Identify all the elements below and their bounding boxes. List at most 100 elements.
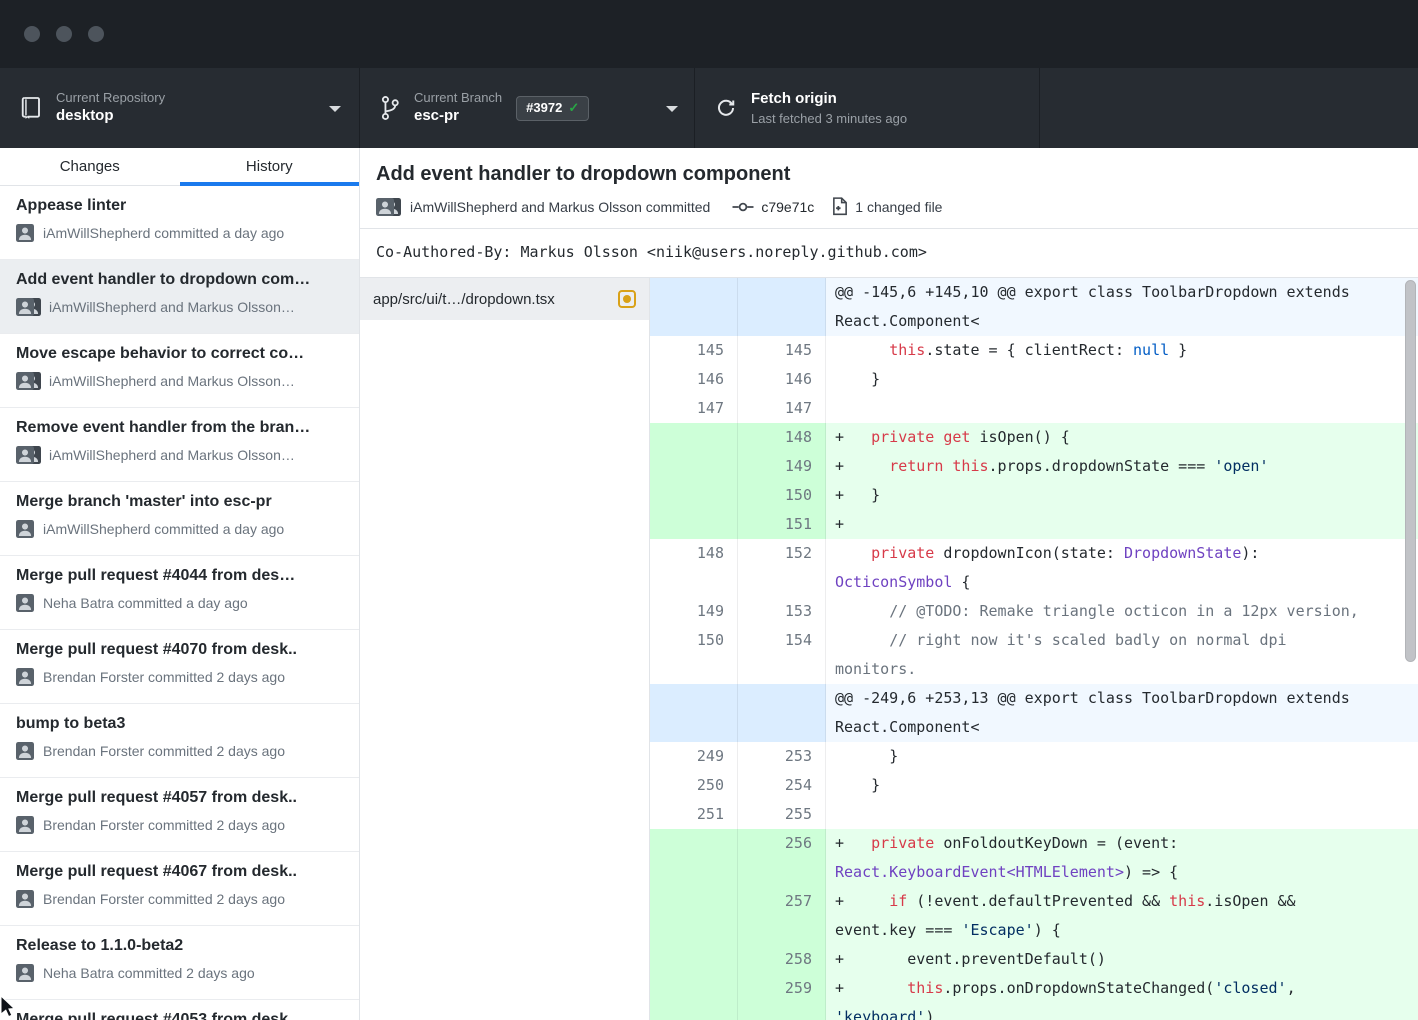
- diff-view: @@ -145,6 +145,10 @@ export class Toolba…: [650, 278, 1418, 1020]
- diff-row-context: 251255: [650, 800, 1418, 829]
- commit-list-item[interactable]: Add event handler to dropdown com…iAmWil…: [0, 260, 359, 334]
- commit-item-byline: iAmWillShepherd committed a day ago: [43, 225, 284, 241]
- diff-code-line: + }: [826, 481, 1418, 510]
- diff-code-line: [826, 800, 1418, 829]
- window-close-button[interactable]: [24, 26, 40, 42]
- avatar: [16, 890, 34, 908]
- pr-status-badge[interactable]: #3972 ✓: [516, 96, 589, 121]
- git-branch-icon: [380, 95, 400, 121]
- commit-description: Co-Authored-By: Markus Olsson <niik@user…: [360, 229, 1418, 278]
- commit-item-title: Merge pull request #4067 from desk..: [16, 862, 343, 882]
- fetch-origin-label: Fetch origin: [751, 90, 907, 109]
- window-zoom-button[interactable]: [88, 26, 104, 42]
- diff-row-context: 250254 }: [650, 771, 1418, 800]
- commit-detail-pane: Add event handler to dropdown component …: [360, 148, 1418, 1020]
- diff-row-add: 150+ }: [650, 481, 1418, 510]
- commit-item-title: Release to 1.1.0-beta2: [16, 936, 343, 956]
- tab-changes[interactable]: Changes: [0, 148, 180, 185]
- line-number-new: 257: [738, 887, 826, 945]
- commit-list-item[interactable]: Merge pull request #4044 from des…Neha B…: [0, 556, 359, 630]
- changed-files-count: 1 changed file: [855, 199, 942, 215]
- commit-list: Appease linteriAmWillShepherd committed …: [0, 186, 359, 1020]
- diff-code-line: // @TODO: Remake triangle octicon in a 1…: [826, 597, 1418, 626]
- avatar: [16, 594, 34, 612]
- commit-item-title: Move escape behavior to correct co…: [16, 344, 343, 364]
- window-minimize-button[interactable]: [56, 26, 72, 42]
- commit-item-title: Merge branch 'master' into esc-pr: [16, 492, 343, 512]
- commit-item-title: Merge pull request #4070 from desk..: [16, 640, 343, 660]
- avatar: [16, 520, 34, 538]
- commit-list-item[interactable]: Release to 1.1.0-beta2 Neha Batra committ…: [0, 926, 359, 1000]
- diff-code-line: @@ -249,6 +253,13 @@ export class Toolba…: [826, 684, 1418, 742]
- commit-list-item[interactable]: bump to beta3Brendan Forster committed 2…: [0, 704, 359, 778]
- commit-sha: c79e71c: [761, 199, 814, 215]
- diff-row-add: 258+ event.preventDefault(): [650, 945, 1418, 974]
- diff-row-context: 149153 // @TODO: Remake triangle octicon…: [650, 597, 1418, 626]
- diff-code-line: @@ -145,6 +145,10 @@ export class Toolba…: [826, 278, 1418, 336]
- line-number-new: 147: [738, 394, 826, 423]
- line-number-new: 256: [738, 829, 826, 887]
- fetch-origin-sublabel: Last fetched 3 minutes ago: [751, 111, 907, 127]
- line-number-old: 148: [650, 539, 738, 597]
- line-number-new: 259: [738, 974, 826, 1020]
- current-branch-button[interactable]: Current Branch esc-pr #3972 ✓: [360, 68, 695, 148]
- commit-item-title: Merge pull request #4057 from desk..: [16, 788, 343, 808]
- line-number-new: 148: [738, 423, 826, 452]
- commit-list-item[interactable]: Merge branch 'master' into esc-priAmWill…: [0, 482, 359, 556]
- avatar: [376, 198, 400, 216]
- diff-scrollbar[interactable]: [1405, 280, 1416, 662]
- avatar: [16, 298, 40, 316]
- sidebar-tabs: Changes History: [0, 148, 359, 186]
- line-number-old: 145: [650, 336, 738, 365]
- current-repository-value: desktop: [56, 107, 165, 126]
- diff-code-line: + event.preventDefault(): [826, 945, 1418, 974]
- diff-code-line: this.state = { clientRect: null }: [826, 336, 1418, 365]
- commit-item-meta: Brendan Forster committed 2 days ago: [16, 890, 343, 908]
- commit-list-item[interactable]: Move escape behavior to correct co… iAmWi…: [0, 334, 359, 408]
- current-repository-button[interactable]: Current Repository desktop: [0, 68, 360, 148]
- fetch-origin-button[interactable]: Fetch origin Last fetched 3 minutes ago: [695, 68, 1040, 148]
- diff-row-add: 259+ this.props.onDropdownStateChanged('…: [650, 974, 1418, 1020]
- diff-code-line: }: [826, 771, 1418, 800]
- line-number-old: [650, 945, 738, 974]
- commit-item-byline: iAmWillShepherd and Markus Olsson…: [49, 373, 295, 389]
- commit-item-byline: iAmWillShepherd and Markus Olsson…: [49, 447, 295, 463]
- file-list-item[interactable]: app/src/ui/t…/dropdown.tsx: [360, 278, 649, 320]
- check-icon: ✓: [568, 100, 579, 116]
- line-number-new: 151: [738, 510, 826, 539]
- tab-history[interactable]: History: [180, 148, 360, 185]
- line-number-new: 149: [738, 452, 826, 481]
- line-number-new: 258: [738, 945, 826, 974]
- commit-title: Add event handler to dropdown component: [376, 161, 1402, 187]
- line-number-old: 149: [650, 597, 738, 626]
- line-number-new: 152: [738, 539, 826, 597]
- line-number-new: 153: [738, 597, 826, 626]
- commit-meta: iAmWillShepherd and Markus Olsson commit…: [376, 197, 1402, 216]
- diff-row-context: 148152 private dropdownIcon(state: Dropd…: [650, 539, 1418, 597]
- commit-item-title: Merge pull request #4044 from des…: [16, 566, 343, 586]
- commit-item-meta: Neha Batra committed 2 days ago: [16, 964, 343, 982]
- line-number-new: 255: [738, 800, 826, 829]
- line-number-new: 254: [738, 771, 826, 800]
- commit-item-title: Add event handler to dropdown com…: [16, 270, 343, 290]
- diff-row-context: 146146 }: [650, 365, 1418, 394]
- commit-list-item[interactable]: Merge pull request #4070 from desk..Bren…: [0, 630, 359, 704]
- commit-item-title: Remove event handler from the bran…: [16, 418, 343, 438]
- git-commit-icon: [732, 200, 754, 214]
- commit-item-title: Merge pull request #4053 from desk..: [16, 1010, 343, 1020]
- diff-code-line: }: [826, 365, 1418, 394]
- commit-item-meta: Brendan Forster committed 2 days ago: [16, 742, 343, 760]
- commit-list-item[interactable]: Merge pull request #4057 from desk.. Bren…: [0, 778, 359, 852]
- commit-item-meta: iAmWillShepherd and Markus Olsson…: [16, 372, 343, 390]
- commit-list-item[interactable]: Appease linteriAmWillShepherd committed …: [0, 186, 359, 260]
- commit-item-byline: Brendan Forster committed 2 days ago: [43, 817, 285, 833]
- line-number-old: [650, 887, 738, 945]
- commit-list-item[interactable]: Remove event handler from the bran… iAmWi…: [0, 408, 359, 482]
- line-number-old: 251: [650, 800, 738, 829]
- line-number-new: 145: [738, 336, 826, 365]
- commit-list-item[interactable]: Merge pull request #4053 from desk..: [0, 1000, 359, 1020]
- line-number-old: [650, 481, 738, 510]
- avatar: [16, 668, 34, 686]
- commit-list-item[interactable]: Merge pull request #4067 from desk.. Bren…: [0, 852, 359, 926]
- line-number-old: [650, 423, 738, 452]
